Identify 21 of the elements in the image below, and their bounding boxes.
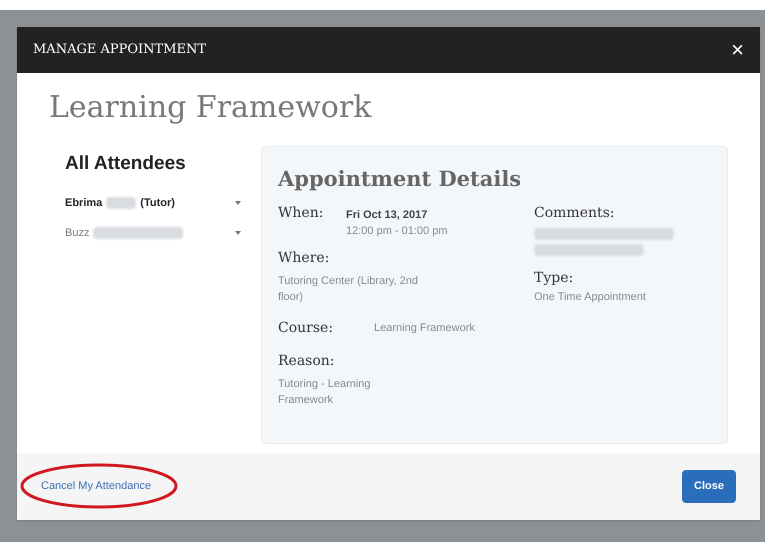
reason-text: Tutoring - Learning Framework <box>278 376 372 408</box>
attendee-item[interactable]: Ebrima (Tutor) <box>65 194 241 211</box>
where-label: Where: <box>278 248 330 268</box>
caret-icon[interactable] <box>235 231 241 236</box>
time-text: 12:00 pm - 01:00 pm <box>346 224 448 239</box>
comments-label: Comments: <box>534 204 616 222</box>
modal-heading: Learning Framework <box>49 89 373 127</box>
when-label: When: <box>278 204 324 222</box>
close-button[interactable]: Close <box>682 470 736 503</box>
modal-title: MANAGE APPOINTMENT <box>33 41 206 60</box>
course-text: Learning Framework <box>374 320 475 336</box>
type-label: Type: <box>534 268 574 288</box>
attendee-item[interactable]: Buzz <box>65 225 241 242</box>
attendees-heading: All Attendees <box>65 152 187 176</box>
course-label: Course: <box>278 318 334 338</box>
details-heading: Appointment Details <box>278 165 522 193</box>
where-text: Tutoring Center (Library, 2nd floor) <box>278 274 420 305</box>
type-text: One Time Appointment <box>534 290 647 304</box>
caret-icon[interactable] <box>235 200 241 205</box>
date-text: Fri Oct 13, 2017 <box>346 208 428 222</box>
reason-label: Reason: <box>278 352 336 370</box>
